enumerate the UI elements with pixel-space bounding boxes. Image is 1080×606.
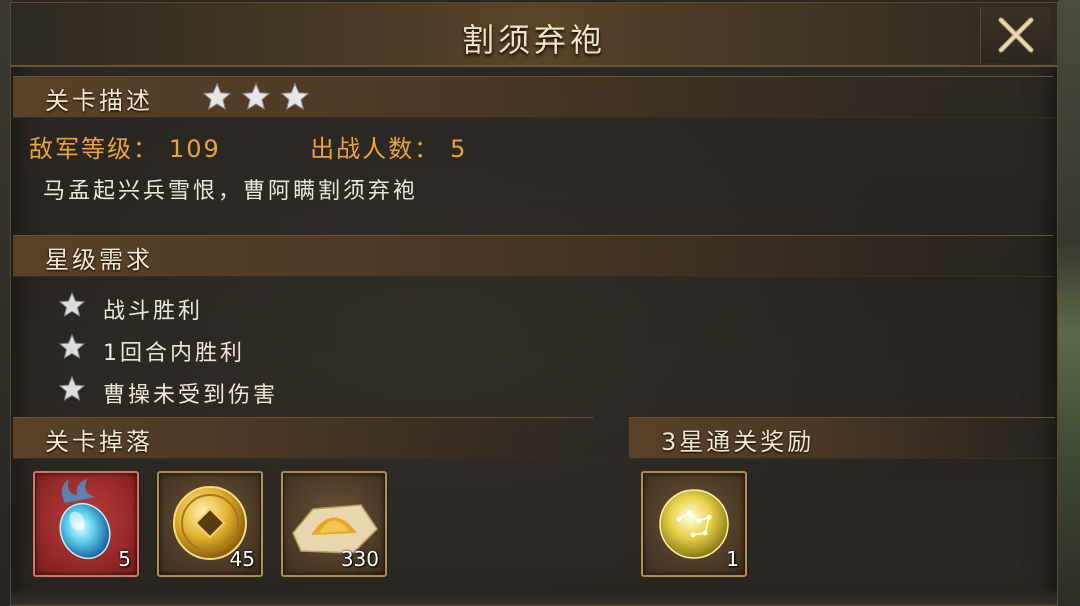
stage-detail-dialog: 割须弃袍 关卡描述 敌军等级： 109 出战人数： 5 马孟起兴兵雪恨，曹阿瞒割须弃… (10, 2, 1058, 606)
rewards-label: 3星通关奖励 (661, 428, 815, 456)
enemy-level-value: 109 (169, 135, 221, 163)
star-requirements-label: 星级需求 (45, 246, 153, 274)
star-icon (58, 375, 86, 402)
deploy-count-label: 出战人数： (310, 135, 441, 163)
star-icon (58, 291, 86, 318)
stage-stats: 敌军等级： 109 出战人数： 5 (29, 129, 467, 164)
star-icon (202, 82, 232, 111)
item-count: 45 (229, 547, 255, 571)
star-icon (58, 333, 86, 360)
background-right-edge (1058, 0, 1080, 606)
requirement-label: 1回合内胜利 (103, 341, 245, 366)
stage-info-label: 关卡描述 (45, 87, 153, 115)
close-button[interactable] (980, 7, 1051, 63)
requirement-label: 战斗胜利 (103, 299, 204, 324)
drops-header: 关卡掉落 (13, 417, 593, 459)
panel-bottom-edge (11, 587, 1057, 605)
item-count: 330 (340, 547, 379, 571)
item-count: 1 (726, 547, 739, 571)
dialog-title: 割须弃袍 (461, 21, 606, 59)
stage-description: 马孟起兴兵雪恨，曹阿瞒割须弃袍 (43, 179, 419, 204)
reward-item-orb[interactable]: 1 (641, 471, 747, 577)
close-icon (998, 17, 1034, 53)
star-icon (280, 82, 310, 111)
item-count: 5 (118, 547, 131, 571)
drops-label: 关卡掉落 (45, 428, 153, 456)
drop-item-gold-coin[interactable]: 45 (157, 471, 263, 577)
stage-info-header: 关卡描述 (13, 76, 1053, 118)
drop-item-soul-gem[interactable]: 5 (33, 471, 139, 577)
star-icon (241, 82, 271, 111)
star-requirements-header: 星级需求 (13, 235, 1053, 277)
enemy-level-label: 敌军等级： (29, 135, 159, 163)
requirement-label: 曹操未受到伤害 (103, 383, 279, 408)
drop-item-sand[interactable]: 330 (281, 471, 387, 577)
rewards-header: 3星通关奖励 (629, 417, 1055, 459)
stage-star-rating (201, 82, 313, 112)
dialog-title-bar: 割须弃袍 (11, 3, 1057, 67)
deploy-count-value: 5 (450, 135, 468, 163)
